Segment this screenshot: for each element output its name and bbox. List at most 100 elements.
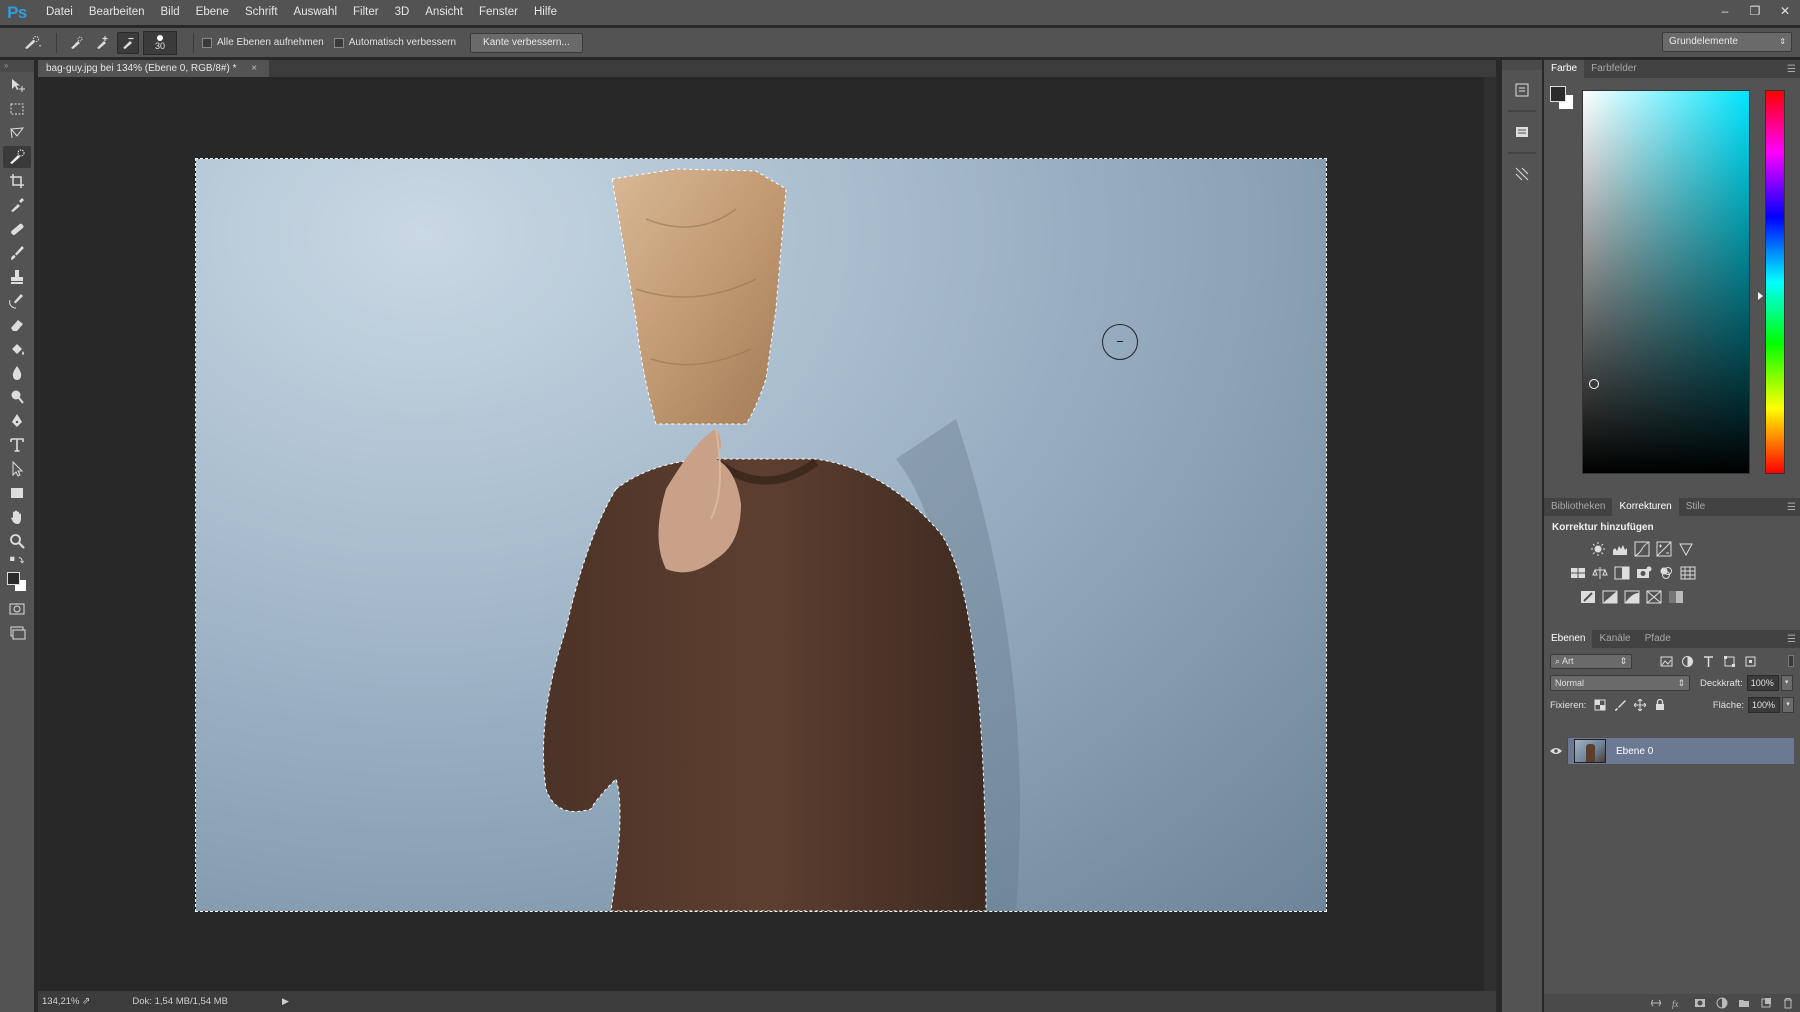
panel-menu-icon[interactable]: ☰ xyxy=(1787,502,1796,513)
opacity-dropdown[interactable]: ▾ xyxy=(1780,675,1793,691)
trash-icon[interactable] xyxy=(1782,997,1794,1009)
screen-mode-button[interactable] xyxy=(3,622,31,644)
layer-visibility-toggle[interactable] xyxy=(1544,738,1568,764)
panel-menu-icon[interactable]: ☰ xyxy=(1787,634,1796,645)
new-layer-icon[interactable] xyxy=(1760,997,1772,1009)
blur-tool[interactable] xyxy=(3,362,31,384)
opacity-input[interactable]: 100% xyxy=(1746,675,1779,691)
color-balance-icon[interactable] xyxy=(1592,565,1608,581)
swap-colors[interactable] xyxy=(3,554,31,568)
layer-row[interactable]: Ebene 0 xyxy=(1544,738,1794,764)
hand-tool[interactable] xyxy=(3,506,31,528)
new-group-icon[interactable] xyxy=(1738,997,1750,1009)
history-brush-tool[interactable] xyxy=(3,290,31,312)
tab-ebenen[interactable]: Ebenen xyxy=(1544,630,1593,648)
lock-all-icon[interactable] xyxy=(1654,699,1666,711)
workspace-select[interactable]: Grundelemente ⇕ xyxy=(1662,32,1792,52)
black-white-icon[interactable] xyxy=(1614,565,1630,581)
posterize-icon[interactable] xyxy=(1602,589,1618,605)
menu-bearbeiten[interactable]: Bearbeiten xyxy=(81,0,153,25)
color-swatches[interactable] xyxy=(1550,86,1576,112)
layer-kind-filter[interactable]: ⌕ Art ⇕ xyxy=(1550,653,1632,669)
menu-auswahl[interactable]: Auswahl xyxy=(286,0,345,25)
tab-kanaele[interactable]: Kanäle xyxy=(1592,630,1637,648)
eraser-tool[interactable] xyxy=(3,314,31,336)
add-to-selection-button[interactable] xyxy=(91,32,113,54)
path-selection-tool[interactable] xyxy=(3,458,31,480)
foreground-background-colors[interactable] xyxy=(3,570,31,596)
tab-korrekturen[interactable]: Korrekturen xyxy=(1612,498,1679,516)
threshold-icon[interactable] xyxy=(1624,589,1640,605)
document-image[interactable] xyxy=(195,158,1327,912)
color-picker-marker[interactable] xyxy=(1589,379,1599,389)
foreground-color-swatch[interactable] xyxy=(1550,86,1566,102)
close-button[interactable]: ✕ xyxy=(1770,0,1800,22)
fill-dropdown[interactable]: ▾ xyxy=(1782,697,1794,713)
exposure-icon[interactable] xyxy=(1656,541,1672,557)
add-mask-icon[interactable] xyxy=(1694,997,1706,1009)
hue-saturation-icon[interactable] xyxy=(1570,565,1586,581)
menu-filter[interactable]: Filter xyxy=(345,0,387,25)
export-icon[interactable]: ⇗ xyxy=(82,996,90,1007)
zoom-level[interactable]: 134,21% xyxy=(42,996,82,1007)
brush-tool[interactable] xyxy=(3,242,31,264)
tab-stile[interactable]: Stile xyxy=(1679,498,1712,516)
shape-tool[interactable] xyxy=(3,482,31,504)
blend-mode-select[interactable]: Normal ⇕ xyxy=(1550,675,1690,691)
invert-icon[interactable] xyxy=(1580,589,1596,605)
dock-grip[interactable] xyxy=(1502,60,1542,70)
menu-3d[interactable]: 3D xyxy=(387,0,418,25)
tool-preset-picker[interactable] xyxy=(18,32,48,54)
new-selection-button[interactable] xyxy=(65,32,87,54)
tab-farbe[interactable]: Farbe xyxy=(1544,60,1585,78)
pixel-filter-icon[interactable] xyxy=(1660,655,1673,668)
foreground-color-swatch[interactable] xyxy=(7,572,20,585)
dodge-tool[interactable] xyxy=(3,386,31,408)
paint-bucket-tool[interactable] xyxy=(3,338,31,360)
menu-datei[interactable]: Datei xyxy=(38,0,81,25)
marquee-tool[interactable] xyxy=(3,98,31,120)
quick-selection-tool[interactable] xyxy=(3,146,31,168)
channel-mixer-icon[interactable] xyxy=(1658,565,1674,581)
layer-style-fx-icon[interactable]: fx xyxy=(1672,997,1684,1009)
lock-transparent-pixels-icon[interactable] xyxy=(1594,699,1606,711)
levels-icon[interactable] xyxy=(1612,541,1628,557)
tab-farbfelder[interactable]: Farbfelder xyxy=(1584,60,1644,78)
auto-enhance-checkbox[interactable] xyxy=(333,37,344,48)
properties-panel-button[interactable] xyxy=(1508,118,1536,146)
document-tab[interactable]: bag-guy.jpg bei 134% (Ebene 0, RGB/8#) *… xyxy=(38,60,270,77)
color-lookup-icon[interactable] xyxy=(1680,565,1696,581)
shape-filter-icon[interactable] xyxy=(1723,655,1736,668)
clone-stamp-tool[interactable] xyxy=(3,266,31,288)
move-tool[interactable] xyxy=(3,74,31,96)
vibrance-icon[interactable] xyxy=(1678,541,1694,557)
menu-schrift[interactable]: Schrift xyxy=(237,0,286,25)
fill-input[interactable]: 100% xyxy=(1748,697,1780,713)
lasso-tool[interactable] xyxy=(3,122,31,144)
minimize-button[interactable]: – xyxy=(1710,0,1740,22)
toolbar-collapse-handle[interactable]: » xyxy=(0,60,34,72)
menu-bild[interactable]: Bild xyxy=(152,0,187,25)
gradient-map-icon[interactable] xyxy=(1668,589,1684,605)
hue-slider[interactable] xyxy=(1765,90,1785,474)
selective-color-icon[interactable] xyxy=(1646,589,1662,605)
crop-tool[interactable] xyxy=(3,170,31,192)
canvas-area[interactable] xyxy=(38,77,1496,991)
type-filter-icon[interactable] xyxy=(1702,655,1715,668)
smart-object-filter-icon[interactable] xyxy=(1744,655,1757,668)
subtract-from-selection-button[interactable] xyxy=(117,31,139,54)
pen-tool[interactable] xyxy=(3,410,31,432)
color-field[interactable] xyxy=(1582,90,1750,474)
eyedropper-tool[interactable] xyxy=(3,194,31,216)
lock-position-icon[interactable] xyxy=(1634,699,1647,711)
menu-fenster[interactable]: Fenster xyxy=(471,0,526,25)
refine-edge-button[interactable]: Kante verbessern... xyxy=(470,32,583,53)
lock-image-pixels-icon[interactable] xyxy=(1614,699,1627,711)
close-tab-icon[interactable]: × xyxy=(251,63,257,74)
status-menu-arrow[interactable]: ▶ xyxy=(282,996,289,1007)
brush-size-picker[interactable]: 30 xyxy=(143,30,177,55)
restore-button[interactable]: ❐ xyxy=(1740,0,1770,22)
menu-hilfe[interactable]: Hilfe xyxy=(526,0,565,25)
hue-slider-marker[interactable] xyxy=(1758,292,1763,300)
tool-presets-panel-button[interactable] xyxy=(1508,160,1536,188)
